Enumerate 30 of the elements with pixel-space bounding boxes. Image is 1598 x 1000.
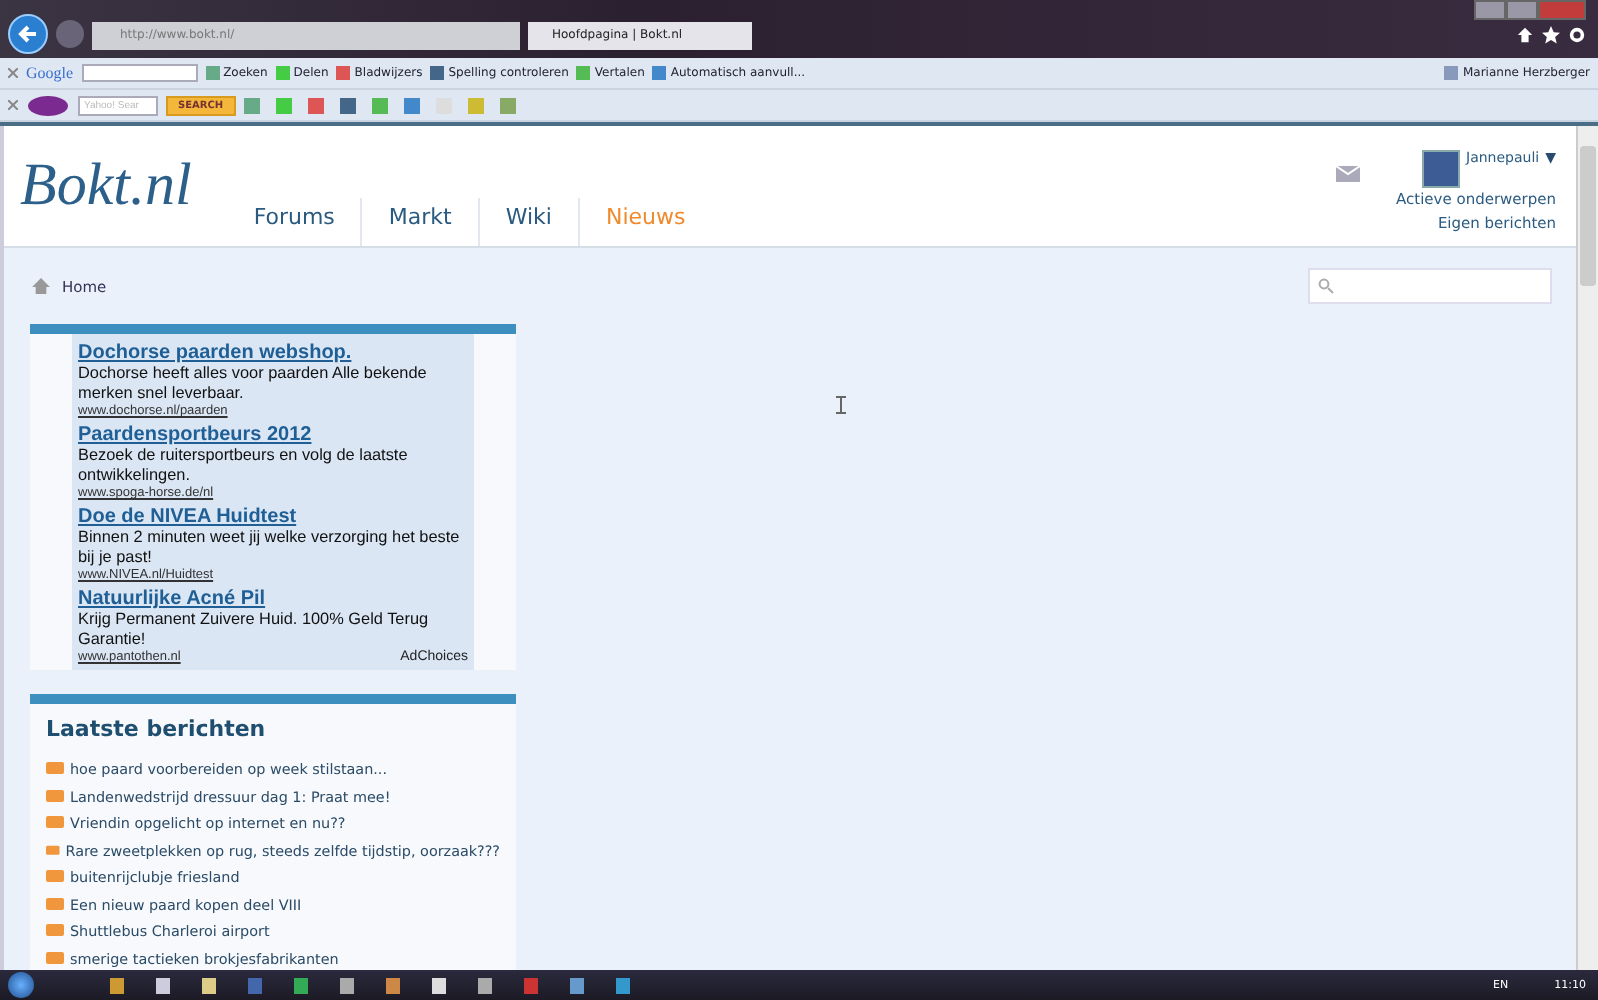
back-button[interactable] xyxy=(8,14,48,54)
nav-tab[interactable]: Wiki xyxy=(477,198,578,246)
ad-title-link[interactable]: Dochorse paarden webshop. xyxy=(78,342,468,364)
search-field[interactable] xyxy=(81,64,198,82)
ad-title-link[interactable]: Natuurlijke Acné Pil xyxy=(78,588,468,610)
mail-icon[interactable] xyxy=(1336,166,1361,182)
forward-button[interactable] xyxy=(56,20,84,48)
panel-title: Laatste berichten xyxy=(46,716,268,742)
site-logo[interactable]: Bokt.nl xyxy=(20,152,192,220)
google-logo: Google xyxy=(26,64,74,82)
home-icon[interactable] xyxy=(1516,26,1534,44)
search-icon xyxy=(1318,278,1334,294)
ad-text: Bezoek de ruitersportbeurs en volg de laatste ontwikkelingen. xyxy=(78,446,410,486)
star-icon[interactable] xyxy=(1542,26,1560,44)
avatar[interactable] xyxy=(1422,150,1461,188)
text-cursor-icon xyxy=(836,396,846,414)
scrollbar[interactable] xyxy=(1576,126,1598,970)
close-toolbar-icon[interactable] xyxy=(8,68,18,78)
nav-tab[interactable]: Markt xyxy=(360,198,478,246)
ad-text: Krijg Permanent Zuivere Huid. 100% Geld Terug Garantie! xyxy=(78,610,431,649)
ad-title-link[interactable]: Doe de NIVEA Huidtest xyxy=(78,506,468,528)
arrow-icon xyxy=(16,22,40,46)
close-toolbar-icon[interactable] xyxy=(8,100,18,110)
ad-title-link[interactable]: Paardensportbeurs 2012 xyxy=(78,424,468,446)
ad-text: Binnen 2 minuten weet jij welke verzorging het beste bij je past! xyxy=(78,528,462,568)
minimize-button[interactable] xyxy=(1474,0,1506,20)
start-button[interactable] xyxy=(8,972,34,998)
settings-icon[interactable] xyxy=(1568,26,1586,44)
ad-text: Dochorse heeft alles voor paarden Alle bekende merken snel leverbaar. xyxy=(78,364,429,404)
nav-tab[interactable]: Forums xyxy=(227,198,361,246)
